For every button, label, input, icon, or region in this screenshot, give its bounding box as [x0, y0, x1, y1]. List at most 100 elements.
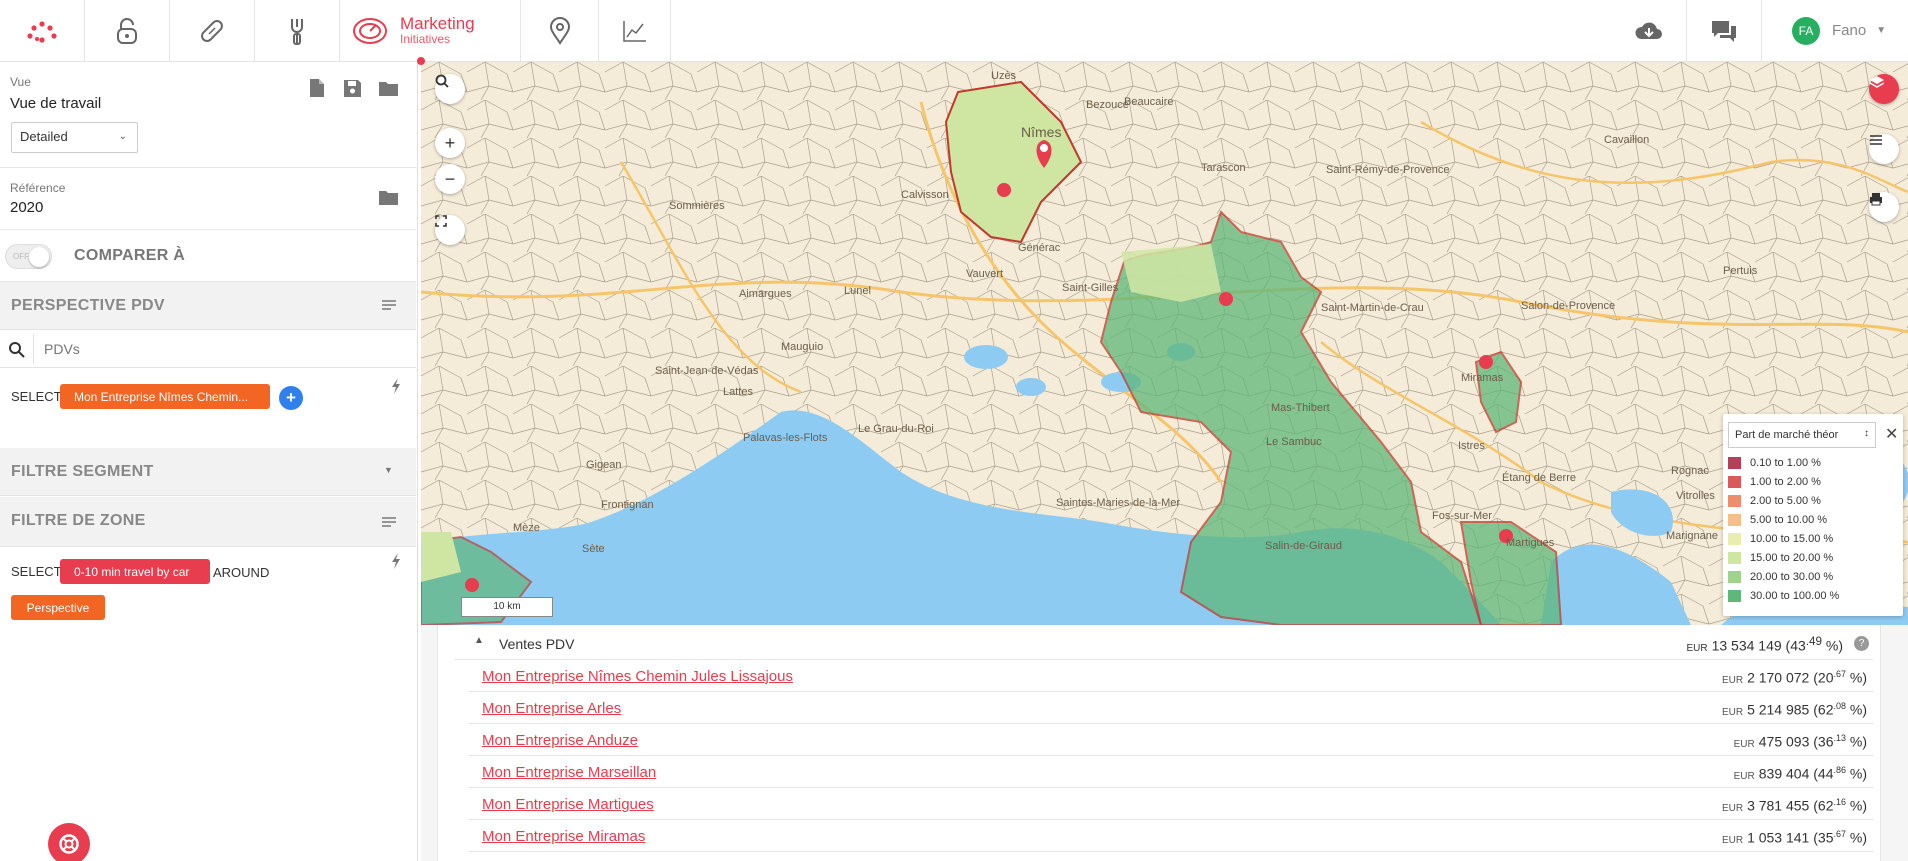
scale-bar: 10 km [461, 597, 553, 617]
lightning-icon[interactable] [390, 377, 402, 395]
perspective-button[interactable]: Perspective [11, 595, 105, 620]
print-button[interactable] [1869, 192, 1899, 222]
download-button[interactable] [1612, 0, 1687, 61]
plus-icon: + [286, 388, 296, 407]
folder-icon[interactable] [378, 189, 399, 206]
pct: (62 [1813, 701, 1834, 718]
selected-pdv-chip[interactable]: Mon Entreprise Nîmes Chemin... [60, 384, 270, 409]
app-logo[interactable] [0, 0, 85, 61]
list-view-button[interactable] [1869, 134, 1899, 164]
perspective-pdv-header[interactable]: PERSPECTIVE PDV [0, 282, 416, 330]
legend-item: 0.10 to 1.00 % [1728, 454, 1821, 471]
caret-down-icon: ▼ [1876, 25, 1887, 36]
zone-filter-header[interactable]: FILTRE DE ZONE [0, 497, 416, 547]
store-link[interactable]: Mon Entreprise Nîmes Chemin Jules Lissaj… [482, 668, 793, 685]
legend-item-label: 0.10 to 1.00 % [1750, 456, 1821, 469]
lightning-icon[interactable] [390, 552, 402, 570]
pct-end: %) [1846, 701, 1867, 718]
pct-decimal: .13 [1833, 733, 1846, 743]
pct-decimal: .67 [1833, 829, 1846, 839]
map-label-city: Aimargues [739, 288, 792, 300]
close-icon[interactable]: ✕ [1885, 424, 1898, 444]
bandage-nav-button[interactable] [170, 0, 255, 61]
map-label-city: Cavaillon [1604, 134, 1650, 146]
map-legend: Part de marché théor ↕ ✕ 0.10 to 1.00 % … [1723, 414, 1903, 616]
list-icon [1870, 135, 1882, 145]
store-link[interactable]: Mon Entreprise Anduze [482, 732, 638, 749]
reference-label: Référence [10, 181, 66, 195]
sales-header[interactable]: ▲ Ventes PDV EUR 13 534 149 (43.49 %) ? [454, 625, 1873, 660]
map-view[interactable]: Nîmes Tarascon Saint-Rémy-de-Provence Sa… [421, 62, 1908, 625]
legend-metric-select[interactable]: Part de marché théor ↕ [1728, 422, 1876, 448]
map-label-city: Istres [1458, 440, 1485, 452]
help-icon[interactable]: ? [1854, 636, 1869, 651]
bandage-icon [201, 19, 223, 42]
chat-icon [1712, 20, 1736, 42]
pct-end: %) [1846, 765, 1867, 782]
new-file-icon[interactable] [308, 78, 326, 98]
map-label-city: Beaucaire [1124, 96, 1174, 108]
tools-nav-button[interactable] [255, 0, 340, 61]
toggle-state: OFF [13, 252, 29, 261]
table-row: Mon Entreprise Nîmes Chemin Jules Lissaj… [469, 660, 1874, 692]
segment-filter-header[interactable]: FILTRE SEGMENT ▼ [0, 448, 416, 496]
store-link[interactable]: Mon Entreprise Marseillan [482, 764, 656, 781]
store-sales-value: EUR 839 404 (44.86 %) [1734, 765, 1867, 782]
perspective-pdv-title: PERSPECTIVE PDV [11, 297, 165, 314]
pct: (35 [1813, 829, 1834, 846]
layers-icon [1869, 76, 1885, 88]
pct: (62 [1813, 797, 1834, 814]
list-menu-icon[interactable] [381, 517, 397, 529]
zoom-out-button[interactable]: − [435, 164, 465, 194]
currency: EUR [1721, 802, 1744, 814]
lock-nav-button[interactable] [85, 0, 170, 61]
map-label-city: Saintes-Maries-de-la-Mer [1056, 497, 1181, 509]
legend-swatch [1728, 456, 1741, 469]
folder-icon[interactable] [378, 80, 399, 97]
chat-button[interactable] [1687, 0, 1762, 61]
map-label-city: Mèze [513, 522, 540, 534]
store-link[interactable]: Mon Entreprise Arles [482, 700, 621, 717]
help-button[interactable] [48, 823, 90, 861]
sales-total-currency: EUR [1686, 642, 1708, 654]
select-label: SELECT [11, 389, 62, 404]
avatar: FA [1792, 16, 1820, 45]
legend-item: 2.00 to 5.00 % [1728, 492, 1821, 509]
save-icon[interactable] [343, 79, 362, 98]
add-pdv-button[interactable]: + [279, 386, 303, 410]
legend-metric-value: Part de marché théor [1735, 429, 1839, 441]
compare-toggle[interactable]: OFF [5, 244, 52, 269]
store-link[interactable]: Mon Entreprise Martigues [482, 796, 654, 813]
layers-button[interactable] [1869, 74, 1899, 104]
sales-total: EUR 13 534 149 (43.49 %) [1686, 635, 1843, 654]
pct-end: %) [1846, 669, 1867, 686]
module-title: Marketing [400, 13, 475, 33]
store-link[interactable]: Mon Entreprise Miramas [482, 828, 645, 845]
search-icon [9, 342, 25, 358]
pct-decimal: .86 [1833, 765, 1846, 775]
user-menu[interactable]: FA Fano ▼ [1762, 0, 1908, 61]
caret-down-icon: ▼ [384, 465, 393, 475]
zoom-in-button[interactable]: + [435, 128, 465, 158]
map-search-button[interactable] [435, 74, 465, 104]
pct-end: %) [1846, 733, 1867, 750]
marketing-nav-button[interactable]: Marketing Initiatives [340, 0, 521, 61]
travel-zone-chip[interactable]: 0-10 min travel by car [60, 559, 210, 584]
caret-up-icon[interactable]: ▲ [474, 635, 484, 646]
table-row: Mon Entreprise Martigues EUR 3 781 455 (6… [469, 788, 1874, 820]
pdv-search-input[interactable] [33, 334, 413, 364]
currency: EUR [1721, 706, 1744, 718]
view-mode-value: Detailed [20, 129, 68, 144]
list-menu-icon[interactable] [381, 300, 397, 312]
map-label-city: Palavas-les-Flots [743, 432, 828, 444]
pct-decimal: .08 [1833, 701, 1846, 711]
currency: EUR [1733, 738, 1755, 750]
store-sales-value: EUR 2 170 072 (20.67 %) [1722, 669, 1867, 686]
legend-item-label: 5.00 to 10.00 % [1750, 513, 1828, 526]
table-row: Mon Entreprise Marseillan EUR 839 404 (44… [469, 756, 1874, 788]
map-label-city: Pertuis [1723, 265, 1758, 277]
analytics-nav-button[interactable] [599, 0, 671, 61]
fullscreen-button[interactable] [435, 215, 465, 245]
location-nav-button[interactable] [521, 0, 599, 61]
view-mode-select[interactable]: Detailed ⌄ [11, 122, 138, 153]
